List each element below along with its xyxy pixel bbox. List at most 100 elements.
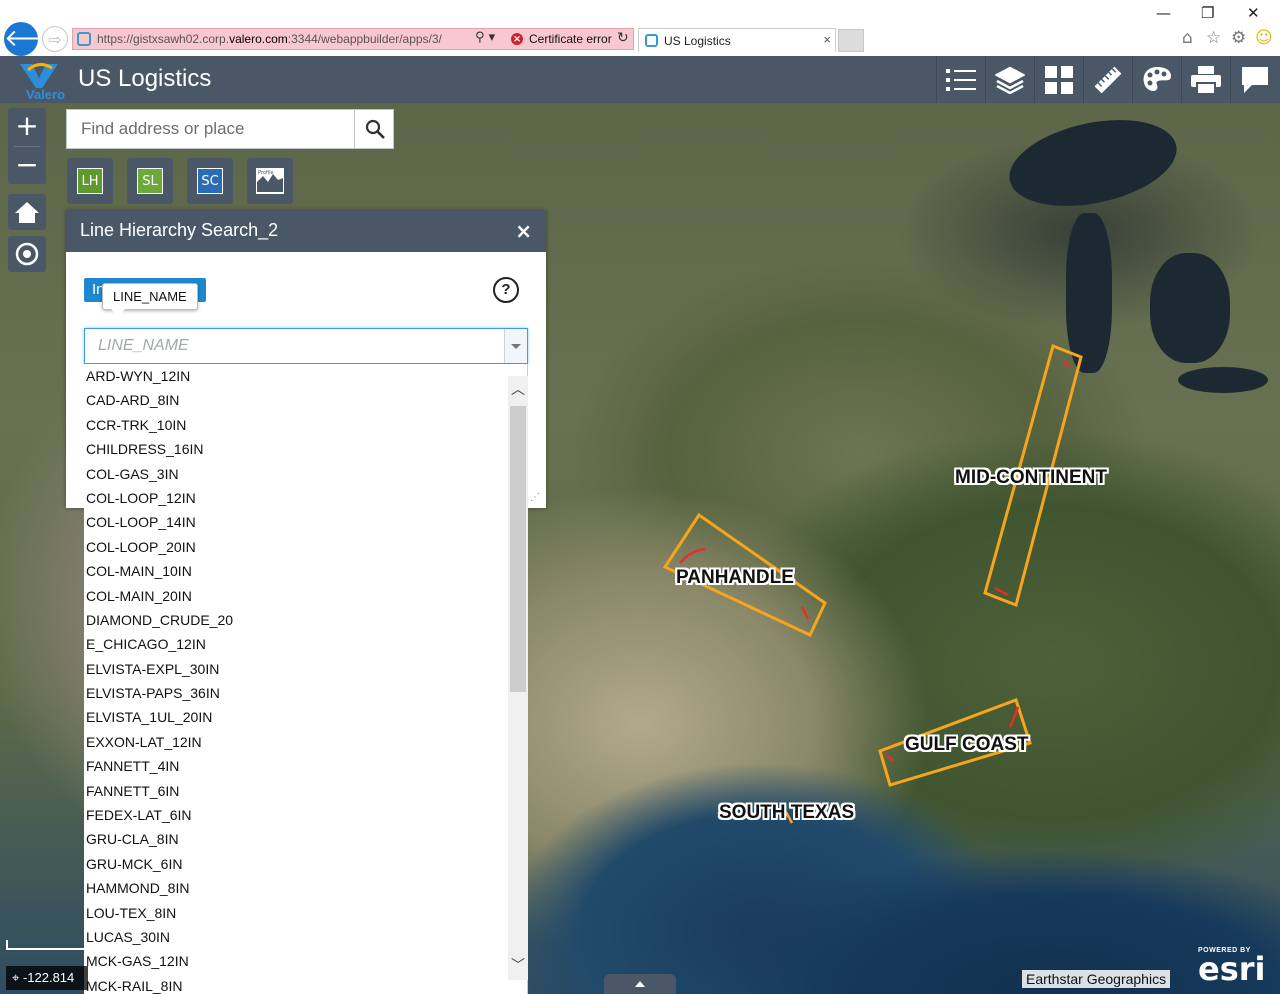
- zoom-control: + −: [8, 108, 46, 184]
- home-icon: [15, 202, 39, 223]
- zoom-in-button[interactable]: +: [8, 108, 46, 146]
- minimize-button[interactable]: —: [1156, 4, 1171, 22]
- line-name-option[interactable]: COL-MAIN_10IN: [84, 559, 527, 583]
- line-name-option[interactable]: CCR-TRK_10IN: [84, 413, 527, 437]
- line-name-option[interactable]: COL-MAIN_20IN: [84, 584, 527, 608]
- line-name-option[interactable]: MCK-GAS_12IN: [84, 949, 527, 973]
- back-button[interactable]: 🡐: [4, 22, 68, 56]
- panel-resize-handle[interactable]: ⋰: [530, 492, 542, 504]
- help-icon[interactable]: ?: [493, 277, 519, 303]
- app-title: US Logistics: [78, 65, 212, 92]
- legend-list-button[interactable]: [936, 56, 984, 103]
- search-button[interactable]: [354, 110, 394, 148]
- line-name-option[interactable]: ELVISTA-EXPL_30IN: [84, 657, 527, 681]
- layers-button[interactable]: [985, 56, 1033, 103]
- print-button[interactable]: [1181, 56, 1229, 103]
- line-name-option[interactable]: ARD-WYN_12IN: [84, 364, 527, 388]
- home-icon[interactable]: ⌂: [1182, 28, 1193, 48]
- line-name-option[interactable]: ELVISTA-PAPS_36IN: [84, 681, 527, 705]
- window-close-button[interactable]: ✕: [1247, 4, 1260, 22]
- restore-button[interactable]: ❐: [1201, 4, 1214, 22]
- line-name-option[interactable]: DIAMOND_CRUDE_20: [84, 608, 527, 632]
- browser-tab[interactable]: US Logistics ×: [638, 28, 836, 52]
- pipeline-segment[interactable]: [1062, 360, 1071, 368]
- line-name-option[interactable]: GRU-CLA_8IN: [84, 827, 527, 851]
- pipeline-segment[interactable]: [1008, 706, 1020, 728]
- elevation-profile-widget-button[interactable]: Profile: [247, 158, 293, 204]
- line-name-combobox[interactable]: [84, 328, 528, 364]
- line-name-option[interactable]: HAMMOND_8IN: [84, 876, 527, 900]
- line-name-option[interactable]: COL-LOOP_20IN: [84, 535, 527, 559]
- settings-gear-icon[interactable]: ⚙: [1231, 28, 1246, 48]
- scale-bar: [6, 940, 84, 950]
- line-name-option[interactable]: CAD-ARD_8IN: [84, 388, 527, 412]
- line-name-option[interactable]: MCK-RAIL_8IN: [84, 974, 527, 994]
- scroll-down-icon[interactable]: ﹀: [508, 952, 528, 980]
- line-name-option[interactable]: ELVISTA_1UL_20IN: [84, 705, 527, 729]
- forward-button[interactable]: ⇨: [42, 26, 68, 52]
- line-name-option[interactable]: EXXON-LAT_12IN: [84, 730, 527, 754]
- line-name-option[interactable]: COL-LOOP_14IN: [84, 510, 527, 534]
- address-search-icon[interactable]: ⚲ ▾: [475, 30, 495, 45]
- pipeline-segment[interactable]: [885, 754, 895, 762]
- grid-icon: [1044, 65, 1073, 94]
- station-locator-widget-button[interactable]: SL: [127, 158, 173, 204]
- search-icon: [365, 119, 385, 139]
- draw-button[interactable]: [1132, 56, 1180, 103]
- region-label-mid-continent[interactable]: MID-CONTINENT: [955, 467, 1107, 489]
- crosshair-icon: ⌖: [12, 970, 23, 985]
- palette-icon: [1143, 66, 1171, 91]
- dropdown-arrow-icon[interactable]: [504, 329, 527, 363]
- line-name-option[interactable]: LUCAS_30IN: [84, 925, 527, 949]
- certificate-error-label[interactable]: Certificate error: [529, 32, 612, 46]
- profile-chart-icon: Profile: [256, 168, 284, 194]
- line-name-option[interactable]: E_CHICAGO_12IN: [84, 632, 527, 656]
- line-name-option[interactable]: CHILDRESS_16IN: [84, 437, 527, 461]
- line-name-option[interactable]: GRU-MCK_6IN: [84, 852, 527, 876]
- new-tab-button[interactable]: [838, 29, 864, 52]
- profile-label: Profile: [258, 170, 274, 176]
- line-name-option[interactable]: COL-GAS_3IN: [84, 462, 527, 486]
- region-label-panhandle[interactable]: PANHANDLE: [676, 567, 794, 589]
- home-extent-button[interactable]: [8, 194, 46, 230]
- region-label-gulf-coast[interactable]: GULF COAST: [905, 734, 1029, 756]
- pipeline-segment[interactable]: [994, 586, 1009, 597]
- attribute-table-toggle[interactable]: [604, 974, 676, 994]
- line-name-option[interactable]: FANNETT_4IN: [84, 754, 527, 778]
- favorites-star-icon[interactable]: ☆: [1206, 28, 1221, 48]
- station-crossing-widget-button[interactable]: SC: [187, 158, 233, 204]
- line-name-list[interactable]: ARD-WYN_12IN CAD-ARD_8IN CCR-TRK_10IN CHILD…: [84, 364, 528, 994]
- line-name-option[interactable]: FANNETT_6IN: [84, 779, 527, 803]
- line-name-input[interactable]: [85, 329, 505, 363]
- app-header: Valero US Logistics: [0, 56, 1280, 103]
- measure-button[interactable]: [1083, 56, 1131, 103]
- line-name-tooltip: LINE_NAME: [102, 283, 198, 317]
- line-name-option[interactable]: FEDEX-LAT_6IN: [84, 803, 527, 827]
- search-input[interactable]: [67, 110, 355, 148]
- about-button[interactable]: [1230, 56, 1278, 103]
- certificate-error-icon[interactable]: ✕: [511, 33, 523, 45]
- coordinate-readout[interactable]: ⌖ -122.814: [6, 966, 88, 990]
- my-location-button[interactable]: [8, 236, 46, 272]
- line-name-option[interactable]: COL-LOOP_12IN: [84, 486, 527, 510]
- panel-close-icon[interactable]: ×: [515, 219, 532, 243]
- pipeline-segment[interactable]: [679, 547, 706, 564]
- scroll-up-icon[interactable]: ︿: [508, 376, 528, 404]
- smiley-feedback-icon[interactable]: ☺: [1255, 28, 1273, 48]
- scroll-thumb[interactable]: [510, 406, 526, 692]
- line-hierarchy-widget-button[interactable]: LH: [67, 158, 113, 204]
- line-name-option[interactable]: LOU-TEX_8IN: [84, 901, 527, 925]
- list-scrollbar[interactable]: ︿ ﹀: [508, 376, 528, 980]
- address-bar[interactable]: https://gistxsawh02.corp.valero.com:3344…: [72, 28, 634, 50]
- address-url[interactable]: https://gistxsawh02.corp.valero.com:3344…: [97, 32, 442, 46]
- tab-close-icon[interactable]: ×: [823, 32, 831, 47]
- map-attribution: Earthstar Geographics: [1022, 970, 1171, 988]
- esri-logo[interactable]: POWERED BY esri: [1198, 947, 1266, 985]
- refresh-icon[interactable]: ↻: [617, 30, 629, 46]
- print-icon: [1190, 65, 1221, 95]
- basemap-gallery-button[interactable]: [1034, 56, 1082, 103]
- region-label-south-texas[interactable]: SOUTH TEXAS: [719, 802, 854, 824]
- panel-title: Line Hierarchy Search_2: [80, 220, 279, 240]
- pipeline-segment[interactable]: [800, 606, 810, 620]
- zoom-out-button[interactable]: −: [8, 147, 46, 185]
